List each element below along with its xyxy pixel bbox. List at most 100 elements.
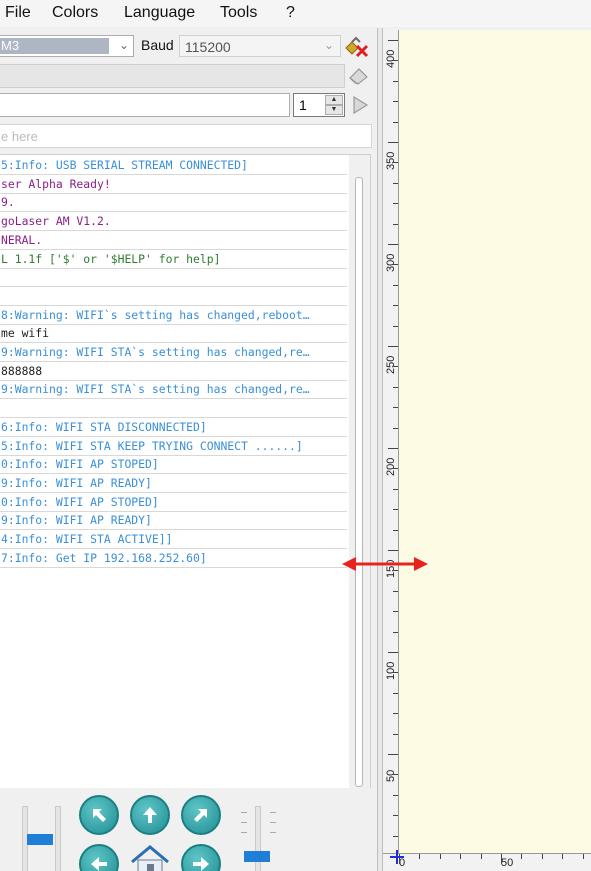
jog-right-button[interactable] [181,844,221,871]
console-line: 9:Warning: WIFI STA`s setting has change… [0,381,347,400]
ruler-tick [388,754,398,755]
ruler-tick [388,550,398,551]
ruler-tick [393,468,398,470]
ruler-label: 400 [385,49,397,68]
ruler-tick [419,854,421,859]
ruler-tick [393,121,398,123]
jog-left-button[interactable] [79,844,119,871]
ruler-tick [393,284,398,286]
home-icon[interactable] [128,844,172,871]
ruler-tick [393,162,398,164]
lasergrbl-window: File Colors Language Tools ? M3 ⌄ Baud 1… [0,0,591,871]
ruler-tick [393,203,398,205]
horizontal-ruler: 0 50 [383,853,591,871]
console-scrollbar[interactable] [349,155,370,813]
disconnect-icon[interactable] [344,34,370,58]
repeat-stepper[interactable]: 1 ▲ ▼ [293,93,345,117]
console-line: 9:Info: WIFI AP READY] [0,512,347,531]
power-slider-thumb[interactable] [244,851,270,862]
console-line: 8:Warning: WIFI`s setting has changed,re… [0,307,347,325]
menu-bar: File Colors Language Tools ? [0,0,591,27]
ruler-label: 350 [385,151,397,170]
console-line: 4:Info: WIFI STA ACTIVE]] [0,531,347,549]
ruler-label: 200 [385,457,397,476]
jog-up-button[interactable] [130,795,170,835]
console-log[interactable]: 5:Info: USB SERIAL STREAM CONNECTED] ser … [0,154,371,814]
eraser-icon[interactable] [347,65,371,85]
menu-language[interactable]: Language [124,4,195,22]
jog-up-right-button[interactable] [181,795,221,835]
ruler-tick [393,488,398,490]
ruler-tick [393,611,398,613]
ruler-tick [562,854,564,859]
jog-up-left-button[interactable] [79,795,119,835]
control-panel: M3 ⌄ Baud 115200 ⌄ 1 ▲ ▼ e here 5:Info: … [0,28,376,871]
ruler-tick [393,427,398,429]
slider-tick [241,822,247,823]
ruler-tick [388,346,398,347]
baud-value: 115200 [185,39,231,55]
ruler-tick [521,854,523,859]
ruler-tick [393,713,398,715]
arrow-right-icon [193,857,209,871]
command-input[interactable] [0,93,290,117]
ruler-tick [393,264,398,266]
ruler-tick [393,407,398,409]
ruler-tick [388,652,398,653]
ruler-label: 50 [501,857,514,869]
ruler-tick [388,142,398,143]
slider-tick [270,812,276,813]
command-hint-input[interactable]: e here [0,124,372,148]
menu-tools[interactable]: Tools [220,4,257,22]
ruler-tick [393,590,398,592]
ruler-label: 50 [385,769,397,782]
menu-file[interactable]: File [5,4,31,22]
stepper-down-icon[interactable]: ▼ [325,105,343,115]
console-line [0,269,347,288]
arrow-left-icon [91,857,107,871]
port-select[interactable]: M3 ⌄ [0,35,134,57]
console-line: 9:Info: WIFI AP READY] [0,475,347,493]
double-arrow-horizontal-icon [342,557,428,571]
slider-tick [270,822,276,823]
speed-slider-thumb[interactable] [27,834,53,845]
ruler-label: 100 [385,661,397,680]
vertical-ruler: 400350300250200150100500 [383,30,399,871]
console-line: NERAL. [0,232,347,250]
stepper-up-icon[interactable]: ▲ [325,95,343,105]
ruler-tick [393,774,398,776]
console-line: 888888 [0,363,347,381]
ruler-tick [393,386,398,388]
ruler-tick [460,854,462,859]
ruler-tick [388,40,398,41]
slider-tick [270,832,276,833]
ruler-tick [388,448,398,449]
ruler-tick [393,101,398,103]
ruler-tick [393,631,398,633]
ruler-label: 250 [385,355,397,374]
console-line: 0:Info: WIFI AP STOPED] [0,494,347,512]
preview-canvas[interactable] [399,30,591,853]
ruler-tick [439,854,441,859]
ruler-tick [393,733,398,735]
scrollbar-thumb[interactable] [355,177,363,787]
ruler-tick [393,672,398,674]
chevron-down-icon: ⌄ [323,38,334,52]
repeat-count: 1 [299,97,307,113]
console-line: 5:Info: WIFI STA KEEP TRYING CONNECT ...… [0,438,347,456]
console-line [0,288,347,306]
ruler-tick [393,509,398,511]
ruler-tick [393,529,398,531]
ruler-tick [393,325,398,327]
jog-controls [0,788,376,871]
console-line: 0:Info: WIFI AP STOPED] [0,456,347,475]
ruler-tick [393,60,398,62]
ruler-tick [541,854,543,859]
menu-help[interactable]: ? [286,4,295,22]
console-line: 7:Info: Get IP 192.168.252.60] [0,550,347,568]
ruler-tick [393,366,398,368]
ruler-tick [501,854,502,864]
menu-colors[interactable]: Colors [52,4,98,22]
play-triangle-icon[interactable] [350,95,370,115]
baud-select[interactable]: 115200 ⌄ [179,35,341,57]
